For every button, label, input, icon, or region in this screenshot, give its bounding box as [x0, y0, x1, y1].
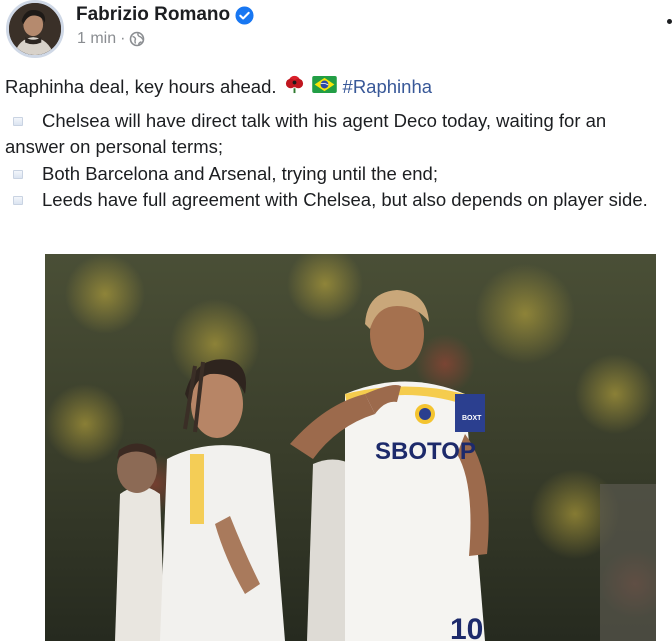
bullet-item: Both Barcelona and Arsenal, trying until…: [5, 161, 670, 188]
post-timestamp[interactable]: 1 min: [77, 30, 116, 48]
brazil-flag-emoji: [311, 74, 337, 101]
post-header: Fabrizio Romano 1 min ·: [0, 0, 672, 60]
bullet-text: Leeds have full agreement with Chelsea, …: [42, 189, 648, 210]
photo-sponsor-text: SBOTOP: [375, 438, 476, 465]
bullet-square-icon: [13, 116, 23, 126]
author-name[interactable]: Fabrizio Romano: [76, 4, 230, 26]
globe-icon: [129, 31, 145, 47]
bullet-square-icon: [13, 169, 23, 179]
facebook-post: Fabrizio Romano 1 min · Raphinha deal, k: [0, 0, 672, 641]
football-celebration-image: SBOTOP BOXT 10: [45, 254, 656, 641]
author-avatar[interactable]: [6, 0, 64, 58]
bullet-text: Both Barcelona and Arsenal, trying until…: [42, 162, 438, 184]
poppy-emoji: [284, 73, 305, 102]
headline-text: Raphinha deal, key hours ahead.: [5, 76, 277, 97]
bullet-item: Leeds have full agreement with Chelsea, …: [5, 187, 670, 214]
post-photo[interactable]: SBOTOP BOXT 10: [45, 254, 656, 641]
post-meta: 1 min ·: [77, 30, 145, 48]
bullet-item: Chelsea will have direct talk with his a…: [5, 108, 670, 161]
post-headline: Raphinha deal, key hours ahead. #Raphinh…: [5, 73, 670, 102]
bullet-text: Chelsea will have direct talk with his a…: [5, 109, 607, 158]
bullet-square-icon: [13, 196, 23, 205]
avatar-image: [9, 3, 61, 55]
verified-badge-icon: [235, 5, 254, 25]
photo-shirt-number: 10: [450, 613, 483, 641]
hashtag-link[interactable]: #Raphinha: [343, 74, 433, 101]
more-options-icon[interactable]: [667, 19, 672, 24]
meta-separator: ·: [120, 30, 126, 47]
author-name-row[interactable]: Fabrizio Romano: [76, 4, 254, 26]
photo-sleeve-text: BOXT: [462, 415, 482, 422]
post-body: Raphinha deal, key hours ahead. #Raphinh…: [5, 73, 670, 214]
